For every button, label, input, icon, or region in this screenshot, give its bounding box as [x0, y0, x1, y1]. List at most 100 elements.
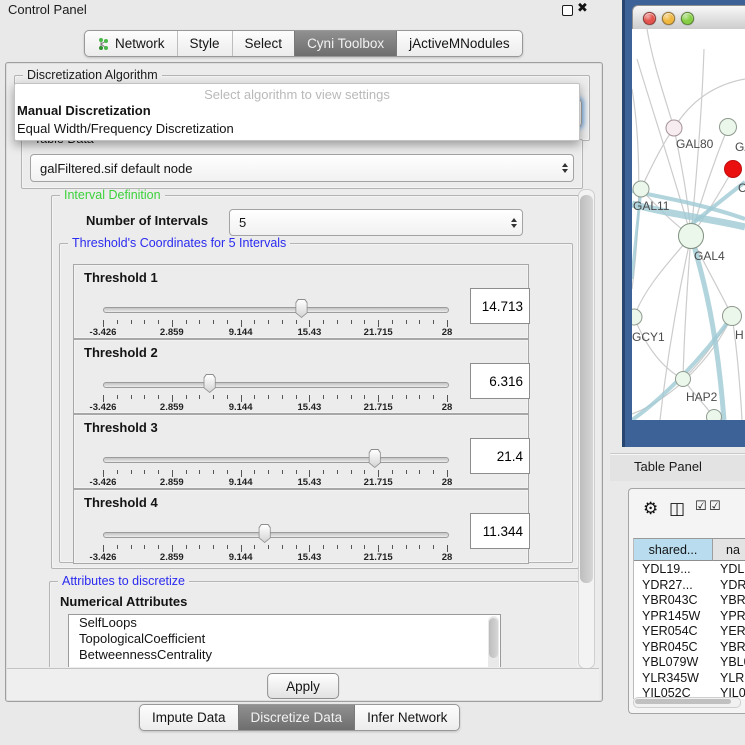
slider-thumb[interactable] — [367, 449, 382, 468]
algorithm-option[interactable]: Equal Width/Frequency Discretization — [15, 120, 579, 138]
table-row[interactable]: YBR045C YBR0 — [634, 640, 745, 656]
list-scrollbar[interactable] — [488, 616, 499, 667]
numerical-attributes-list[interactable]: SelfLoopsTopologicalCoefficientBetweenne… — [68, 614, 501, 667]
tab-label: Discretize Data — [251, 710, 343, 725]
cell-name[interactable]: YBR0 — [720, 640, 745, 654]
checkbox-icon[interactable]: ☑ — [695, 499, 707, 514]
column-header-shared-name[interactable]: shared... — [634, 539, 713, 561]
node-table[interactable]: shared... na YDL19...YDL1YDR27...YDR2YBR… — [633, 538, 745, 699]
table-row[interactable]: YLR345W YLR3 — [634, 671, 745, 687]
table-row[interactable]: YDL19... YDL1 — [634, 562, 745, 578]
apply-button[interactable]: Apply — [267, 673, 339, 699]
cell-shared-name[interactable]: YLR345W — [642, 671, 699, 685]
network-node[interactable] — [725, 161, 742, 178]
table-data-combobox[interactable]: galFiltered.sif default node — [30, 154, 574, 182]
attribute-list-item[interactable]: BetweennessCentrality — [69, 647, 500, 663]
network-node[interactable] — [707, 410, 722, 421]
cell-name[interactable]: YER0 — [720, 624, 745, 638]
threshold-value-field[interactable] — [470, 363, 530, 399]
network-edge[interactable] — [634, 317, 683, 379]
minimize-light[interactable] — [662, 12, 675, 25]
slider-tick — [447, 470, 448, 477]
slider-tick — [364, 470, 365, 474]
slider-track[interactable] — [103, 382, 449, 388]
threshold-value-field[interactable] — [470, 288, 530, 324]
cell-name[interactable]: YPR1 — [720, 609, 745, 623]
table-horizontal-scrollbar[interactable] — [633, 697, 741, 708]
network-edge[interactable] — [647, 29, 674, 128]
checkbox-icon[interactable]: ☑ — [709, 499, 721, 514]
cell-name[interactable]: YBL0 — [720, 655, 745, 669]
bottom-tab-infer-network[interactable]: Infer Network — [354, 705, 459, 730]
slider-tick — [351, 470, 352, 474]
tab-network[interactable]: Network — [85, 31, 177, 56]
algorithm-option[interactable]: Manual Discretization — [15, 102, 579, 120]
slider-tick-label: 28 — [442, 552, 453, 563]
cell-shared-name[interactable]: YER054C — [642, 624, 698, 638]
network-node[interactable] — [632, 309, 642, 325]
network-node[interactable] — [720, 119, 737, 136]
close-light[interactable] — [643, 12, 656, 25]
table-row[interactable]: YBL079W YBL0 — [634, 655, 745, 671]
split-column-icon[interactable]: ◫ — [669, 499, 685, 519]
slider-tick — [199, 545, 200, 549]
close-icon[interactable]: ✖ — [577, 1, 588, 16]
network-node[interactable] — [676, 372, 691, 387]
threshold-value-field[interactable] — [470, 438, 530, 474]
slider-tick — [309, 395, 310, 402]
number-of-intervals-value: 5 — [230, 215, 506, 230]
tab-jactivemnodules[interactable]: jActiveMNodules — [396, 31, 522, 56]
slider-tick — [131, 395, 132, 399]
slider-track[interactable] — [103, 307, 449, 313]
network-graph[interactable]: GAL80GACGAL11GAL4HGCY1HAP2 — [632, 29, 745, 420]
slider-track[interactable] — [103, 457, 449, 463]
cell-name[interactable]: YDR2 — [720, 578, 745, 592]
network-node[interactable] — [723, 307, 742, 326]
network-node-label: GAL80 — [676, 137, 714, 151]
zoom-light[interactable] — [681, 12, 694, 25]
slider-track[interactable] — [103, 532, 449, 538]
attribute-list-item[interactable]: SelfLoops — [69, 615, 500, 631]
cell-shared-name[interactable]: YBR045C — [642, 640, 698, 654]
cell-shared-name[interactable]: YBL079W — [642, 655, 698, 669]
cell-shared-name[interactable]: YDR27... — [642, 578, 693, 592]
network-node[interactable] — [679, 224, 704, 249]
tab-style[interactable]: Style — [177, 31, 232, 56]
cell-shared-name[interactable]: YDL19... — [642, 562, 691, 576]
network-window-titlebar[interactable] — [632, 5, 745, 31]
attribute-list-item[interactable]: TopologicalCoefficient — [69, 631, 500, 647]
cell-shared-name[interactable]: YPR145W — [642, 609, 700, 623]
network-edge[interactable] — [683, 236, 691, 379]
tab-select[interactable]: Select — [232, 31, 295, 56]
network-node[interactable] — [666, 120, 682, 136]
gear-icon[interactable]: ⚙ — [643, 499, 658, 519]
network-edge[interactable] — [641, 128, 674, 189]
cell-name[interactable]: YLR3 — [720, 671, 745, 685]
column-header-name[interactable]: na — [713, 539, 745, 561]
cell-name[interactable]: YDL1 — [720, 562, 745, 576]
slider-tick — [419, 320, 420, 324]
slider-thumb[interactable] — [202, 374, 217, 393]
tab-cyni-toolbox[interactable]: Cyni Toolbox — [294, 31, 396, 56]
table-row[interactable]: YBR043C YBR0 — [634, 593, 745, 609]
network-node[interactable] — [633, 181, 649, 197]
table-row[interactable]: YDR27... YDR2 — [634, 578, 745, 594]
number-of-intervals-combobox[interactable]: 5 — [229, 209, 523, 236]
cell-name[interactable]: YBR0 — [720, 593, 745, 607]
bottom-tab-discretize-data[interactable]: Discretize Data — [238, 705, 355, 730]
network-edge[interactable] — [691, 236, 732, 316]
slider-tick — [296, 320, 297, 324]
slider-tick — [364, 395, 365, 399]
threshold-value-field[interactable] — [470, 513, 530, 549]
slider-thumb[interactable] — [294, 299, 309, 318]
threshold-label: Threshold 1 — [84, 270, 158, 285]
cell-shared-name[interactable]: YBR043C — [642, 593, 698, 607]
network-canvas[interactable]: GAL80GACGAL11GAL4HGCY1HAP2 — [632, 29, 745, 420]
table-row[interactable]: YER054C YER0 — [634, 624, 745, 640]
table-row[interactable]: YPR145W YPR1 — [634, 609, 745, 625]
panel-scrollbar[interactable] — [578, 189, 595, 669]
slider-thumb[interactable] — [257, 524, 272, 543]
threshold-row: Threshold 2-3.4262.8599.14415.4321.71528 — [73, 339, 529, 414]
bottom-tab-impute-data[interactable]: Impute Data — [140, 705, 238, 730]
float-window-icon[interactable] — [562, 5, 573, 16]
